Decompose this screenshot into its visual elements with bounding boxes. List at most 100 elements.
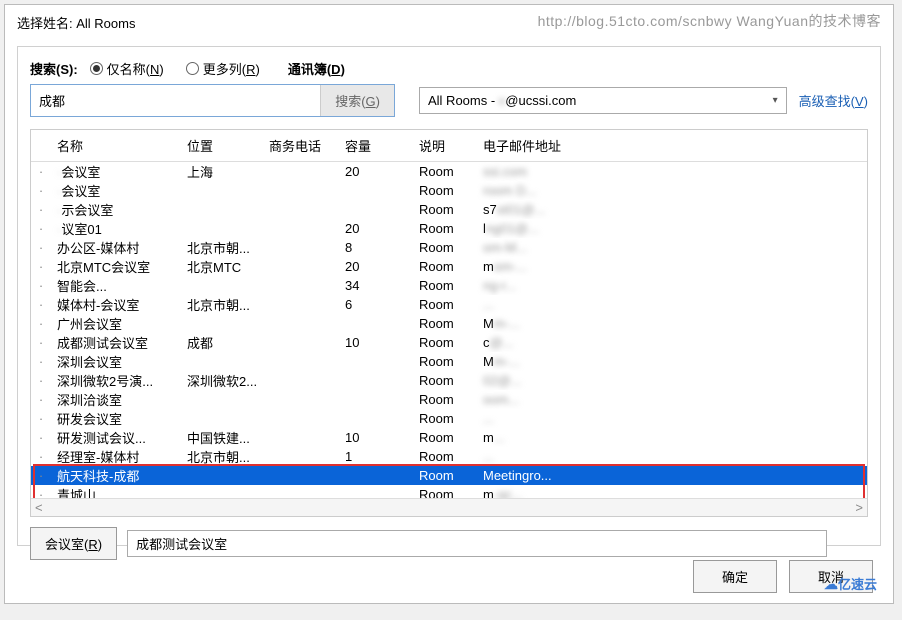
expand-icon: · bbox=[31, 485, 51, 498]
cell-email: c@... bbox=[477, 333, 867, 352]
cell-email: Mm-... bbox=[477, 314, 867, 333]
col-email[interactable]: 电子邮件地址 bbox=[477, 134, 867, 157]
cell-desc: Room bbox=[413, 295, 477, 314]
cell-location: 上海 bbox=[181, 162, 263, 183]
search-radio-row: 搜索(S): 仅名称(N) 更多列(R) 通讯簿(D) bbox=[30, 59, 868, 78]
cell-capacity bbox=[339, 493, 413, 497]
cell-phone bbox=[263, 170, 339, 174]
cell-capacity: 10 bbox=[339, 428, 413, 447]
cell-phone bbox=[263, 341, 339, 345]
addressbook-select[interactable]: All Rooms - v@ucssi.com ▾ bbox=[419, 87, 787, 114]
cell-email: 02@... bbox=[477, 371, 867, 390]
col-phone[interactable]: 商务电话 bbox=[263, 134, 339, 157]
expand-icon: · bbox=[31, 238, 51, 257]
cell-desc: Room bbox=[413, 428, 477, 447]
cell-desc: Room bbox=[413, 181, 477, 200]
cell-location bbox=[181, 208, 263, 212]
radio-name-only[interactable]: 仅名称(N) bbox=[90, 59, 164, 78]
search-input-row: 搜索(G) All Rooms - v@ucssi.com ▾ 高级查找(V) bbox=[30, 84, 868, 117]
ok-button[interactable]: 确定 bbox=[693, 560, 777, 593]
radio-icon bbox=[186, 62, 199, 75]
cell-phone bbox=[263, 322, 339, 326]
cell-location bbox=[181, 360, 263, 364]
expand-icon: · bbox=[31, 314, 51, 333]
cell-capacity: 10 bbox=[339, 333, 413, 352]
cell-location: 深圳微软2... bbox=[181, 369, 263, 392]
cell-capacity: 20 bbox=[339, 257, 413, 276]
scroll-left-icon[interactable]: < bbox=[35, 500, 43, 515]
rooms-table: 名称 位置 商务电话 容量 说明 电子邮件地址 ·· 会议室上海20Roomss… bbox=[30, 129, 868, 517]
expand-icon: · bbox=[31, 276, 51, 295]
radio-icon bbox=[90, 62, 103, 75]
main-panel: 搜索(S): 仅名称(N) 更多列(R) 通讯簿(D) 搜索(G) bbox=[17, 46, 881, 546]
cell-capacity bbox=[339, 208, 413, 212]
cell-desc: Room bbox=[413, 200, 477, 219]
table-header: 名称 位置 商务电话 容量 说明 电子邮件地址 bbox=[31, 130, 867, 162]
cell-phone bbox=[263, 284, 339, 288]
cell-capacity: 20 bbox=[339, 219, 413, 238]
cell-location: 北京MTC bbox=[181, 255, 263, 278]
cell-phone bbox=[263, 398, 339, 402]
addressbook-label: 通讯簿(D) bbox=[288, 62, 345, 77]
cell-email: ... bbox=[477, 409, 867, 428]
search-button[interactable]: 搜索(G) bbox=[320, 85, 394, 116]
cell-location: 成都 bbox=[181, 331, 263, 354]
cell-desc: Room bbox=[413, 314, 477, 333]
cell-location bbox=[181, 322, 263, 326]
cell-desc: Room bbox=[413, 390, 477, 409]
table-body[interactable]: ·· 会议室上海20Roomssi.com·· 会议室Roomroom D...… bbox=[31, 162, 867, 498]
cell-desc: Room bbox=[413, 409, 477, 428]
cell-location bbox=[181, 284, 263, 288]
cell-email: ssi.com bbox=[477, 162, 867, 181]
cell-email: ... bbox=[477, 295, 867, 314]
cell-email: om-M... bbox=[477, 238, 867, 257]
cell-email: m-qc... bbox=[477, 485, 867, 498]
expand-icon: · bbox=[31, 390, 51, 409]
cell-desc: Room bbox=[413, 352, 477, 371]
col-location[interactable]: 位置 bbox=[181, 134, 263, 157]
cell-phone bbox=[263, 436, 339, 440]
scroll-right-icon[interactable]: > bbox=[855, 500, 863, 515]
radio-label-name: 仅名称(N) bbox=[107, 59, 164, 78]
col-capacity[interactable]: 容量 bbox=[339, 134, 413, 157]
search-box: 搜索(G) bbox=[30, 84, 395, 117]
col-desc[interactable]: 说明 bbox=[413, 134, 477, 157]
cell-location bbox=[181, 398, 263, 402]
search-input[interactable] bbox=[31, 85, 320, 116]
cell-desc: Room bbox=[413, 219, 477, 238]
cell-phone bbox=[263, 360, 339, 364]
cell-phone bbox=[263, 417, 339, 421]
cell-email: room D... bbox=[477, 181, 867, 200]
cell-email: Mm-... bbox=[477, 352, 867, 371]
cell-location bbox=[181, 493, 263, 497]
advanced-search-link[interactable]: 高级查找(V) bbox=[799, 91, 868, 110]
cell-phone bbox=[263, 189, 339, 193]
expand-icon: · bbox=[31, 466, 51, 485]
cell-email: m... bbox=[477, 428, 867, 447]
cell-capacity: 6 bbox=[339, 295, 413, 314]
cell-phone bbox=[263, 455, 339, 459]
room-assign-row: 会议室(R) bbox=[30, 527, 868, 560]
expand-icon: · bbox=[31, 352, 51, 371]
expand-icon: · bbox=[31, 200, 51, 219]
cell-desc: Room bbox=[413, 485, 477, 498]
cell-email: lng01@... bbox=[477, 219, 867, 238]
cell-location bbox=[181, 474, 263, 478]
title-prefix: 选择姓名: bbox=[17, 16, 76, 31]
horizontal-scrollbar[interactable]: < > bbox=[31, 498, 867, 516]
cell-capacity bbox=[339, 398, 413, 402]
cell-email: s7st01@... bbox=[477, 200, 867, 219]
cell-capacity: 20 bbox=[339, 162, 413, 181]
cell-phone bbox=[263, 246, 339, 250]
col-name[interactable]: 名称 bbox=[51, 134, 181, 157]
cell-phone bbox=[263, 379, 339, 383]
cell-capacity bbox=[339, 417, 413, 421]
room-button[interactable]: 会议室(R) bbox=[30, 527, 117, 560]
radio-more-cols[interactable]: 更多列(R) bbox=[186, 59, 260, 78]
cell-desc: Room bbox=[413, 447, 477, 466]
room-input[interactable] bbox=[127, 530, 827, 557]
cell-email: oom... bbox=[477, 390, 867, 409]
expand-icon: · bbox=[31, 333, 51, 352]
cell-phone bbox=[263, 493, 339, 497]
table-row[interactable]: ·青城山Roomm-qc... bbox=[31, 485, 867, 498]
